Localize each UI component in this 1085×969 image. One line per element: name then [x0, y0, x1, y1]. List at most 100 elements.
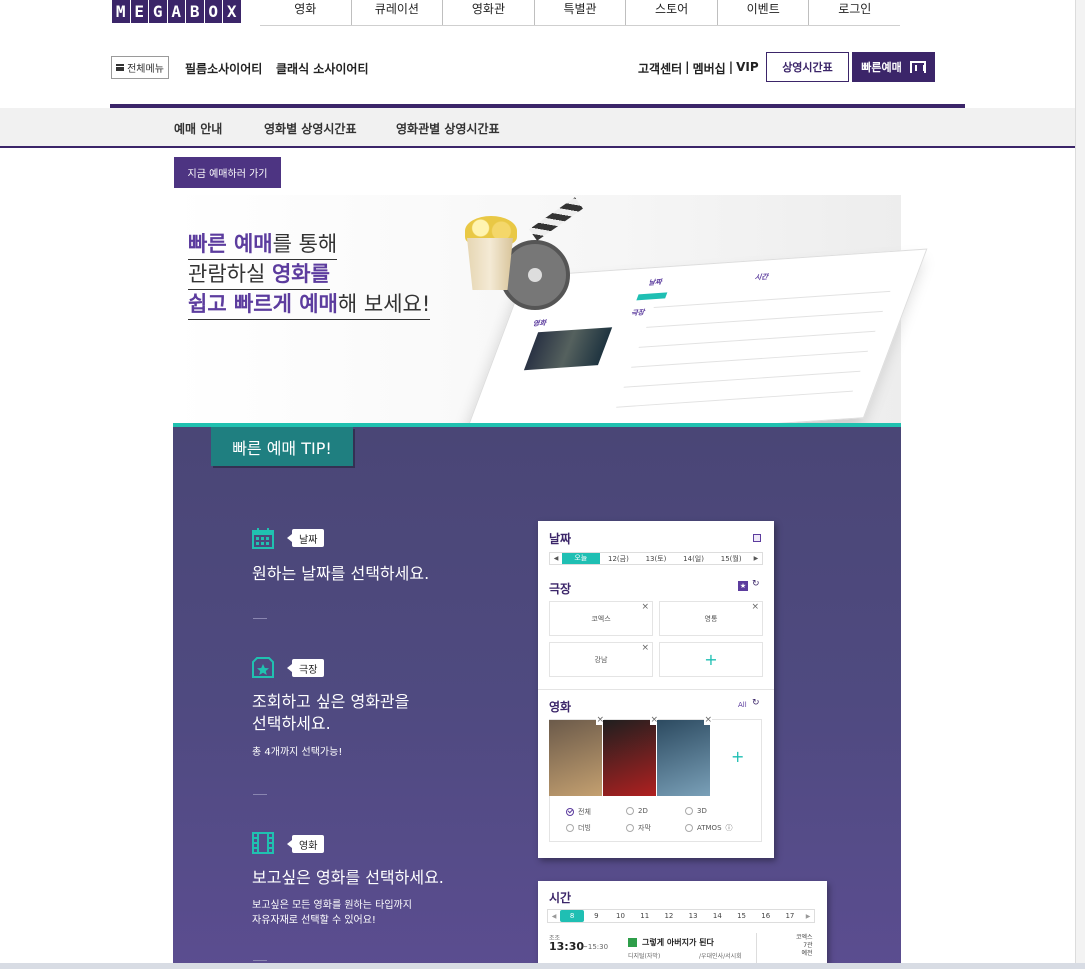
hour-option[interactable]: 9: [584, 912, 608, 920]
gnb-theater[interactable]: 영화관: [442, 0, 534, 25]
hour-option[interactable]: 8: [560, 910, 585, 922]
quick-booking-button[interactable]: 빠른예매: [852, 52, 935, 82]
favorite-star-icon[interactable]: ★: [738, 581, 748, 591]
close-icon[interactable]: ×: [641, 643, 649, 653]
hero-text: 를 통해: [272, 232, 338, 256]
gnb-store[interactable]: 스토어: [625, 0, 717, 25]
membership-link[interactable]: 멤버십: [693, 60, 726, 77]
type-option[interactable]: 2D: [626, 807, 648, 815]
date-section-title: 날짜: [549, 532, 572, 546]
logo-letter: X: [223, 0, 241, 23]
gnb-movie[interactable]: 영화: [260, 0, 351, 25]
gnb-login[interactable]: 로그인: [808, 0, 900, 25]
step-desc-line: 자유자재로 선택할 수 있어요!: [252, 915, 376, 926]
logo-letter: O: [204, 0, 222, 23]
showtime-movie-title[interactable]: 그렇게 아버지가 된다: [642, 937, 714, 948]
showtime-start[interactable]: 13:30: [549, 940, 584, 953]
all-menu-button[interactable]: 전체메뉴: [111, 56, 169, 79]
info-icon: ⓘ: [725, 824, 733, 832]
window-scrollbar[interactable]: [1075, 0, 1085, 969]
date-option[interactable]: 오늘: [562, 553, 600, 564]
hour-option[interactable]: 11: [633, 912, 657, 920]
date-option[interactable]: 15(월): [712, 554, 750, 564]
radio-icon: [685, 807, 693, 815]
classic-society-link[interactable]: 클래식 소사이어티: [276, 60, 369, 77]
popcorn-illustration: [465, 210, 517, 290]
date-selector: ◀ 오늘 12(금) 13(토) 14(일) 15(월) ▶: [549, 552, 763, 565]
type-option[interactable]: 3D: [685, 807, 707, 815]
movie-poster[interactable]: ×: [549, 716, 604, 796]
date-option[interactable]: 12(금): [600, 554, 638, 564]
logo-letter: G: [149, 0, 167, 23]
prev-arrow-icon[interactable]: ◀: [548, 913, 560, 920]
add-movie-icon[interactable]: +: [731, 747, 744, 766]
type-option[interactable]: 전체: [566, 807, 591, 817]
hour-option[interactable]: 16: [754, 912, 778, 920]
theater-section-title: 극장: [549, 582, 572, 596]
checkbox-icon: [566, 808, 574, 816]
gnb-curation[interactable]: 큐레이션: [350, 0, 443, 25]
go-booking-button[interactable]: 지금 예매하러 가기: [174, 157, 281, 188]
next-arrow-icon[interactable]: ▶: [750, 555, 762, 562]
step-title-theater: 조회하고 싶은 영화관을 선택하세요.: [252, 691, 409, 735]
tab-booking-guide[interactable]: 예매 안내: [174, 120, 222, 137]
step-desc-theater: 총 4개까지 선택가능!: [252, 747, 343, 758]
next-arrow-icon[interactable]: ▶: [802, 913, 814, 920]
hour-option[interactable]: 17: [778, 912, 802, 920]
radio-icon: [566, 824, 574, 832]
hero-line-1: 빠른 예매를 통해: [188, 230, 338, 260]
ticket-icon: [909, 61, 926, 73]
vip-link[interactable]: VIP: [736, 60, 759, 77]
close-icon[interactable]: ×: [704, 716, 712, 725]
movie-poster[interactable]: ×: [657, 716, 712, 796]
hour-selector: ◀ 8 9 10 11 12 13 14 15 16 17 ▶: [547, 909, 815, 923]
refresh-icon[interactable]: ↻: [752, 579, 760, 589]
customer-center-link[interactable]: 고객센터: [638, 60, 682, 77]
section-divider: [538, 689, 774, 690]
close-icon[interactable]: ×: [751, 602, 759, 612]
gnb-event[interactable]: 이벤트: [716, 0, 809, 25]
movie-poster[interactable]: ×: [603, 716, 658, 796]
hour-option[interactable]: 15: [729, 912, 753, 920]
theater-cell[interactable]: 코엑스 ×: [549, 601, 653, 636]
step-divider: [253, 794, 267, 795]
utility-links: 고객센터 | 멤버십 | VIP: [638, 60, 759, 77]
date-option[interactable]: 14(일): [675, 554, 713, 564]
film-society-link[interactable]: 필름소사이어티: [185, 60, 262, 77]
prev-arrow-icon[interactable]: ◀: [550, 555, 562, 562]
radio-icon: [626, 824, 634, 832]
step-desc-movie: 보고싶은 모든 영화를 원하는 타입까지 자유자재로 선택할 수 있어요!: [252, 898, 412, 928]
tab-movie-timetable[interactable]: 영화별 상영시간표: [264, 120, 357, 137]
type-option[interactable]: ATMOS ⓘ: [685, 823, 733, 833]
taskbar-edge: [0, 963, 1085, 969]
theater-cell[interactable]: 강남 ×: [549, 642, 653, 677]
refresh-icon[interactable]: ↻: [752, 698, 760, 708]
step-title-line: 조회하고 싶은 영화관을: [252, 692, 410, 711]
step-desc-line: 보고싶은 모든 영화를 원하는 타입까지: [252, 900, 412, 911]
hour-option[interactable]: 14: [705, 912, 729, 920]
hour-option[interactable]: 12: [657, 912, 681, 920]
hero-line-3: 쉽고 빠르게 예매해 보세요!: [188, 290, 431, 320]
plus-icon: +: [704, 650, 718, 669]
add-theater-cell[interactable]: +: [659, 642, 763, 677]
gnb-special[interactable]: 특별관: [533, 0, 626, 25]
type-option[interactable]: 자막: [626, 823, 651, 833]
tab-theater-timetable[interactable]: 영화관별 상영시간표: [396, 120, 500, 137]
logo-letter: A: [167, 0, 185, 23]
hour-option[interactable]: 13: [681, 912, 705, 920]
date-option[interactable]: 13(토): [637, 554, 675, 564]
tablet-row: [631, 350, 869, 368]
type-label: ATMOS: [697, 824, 722, 832]
all-filter[interactable]: All: [738, 701, 747, 709]
close-icon[interactable]: ×: [641, 602, 649, 612]
theater-cell[interactable]: 영통 ×: [659, 601, 763, 636]
hour-option[interactable]: 10: [608, 912, 632, 920]
type-option[interactable]: 더빙: [566, 823, 591, 833]
separator: |: [728, 60, 734, 74]
calendar-icon[interactable]: [753, 534, 761, 542]
megabox-logo[interactable]: M E G A B O X: [112, 0, 241, 24]
timetable-button[interactable]: 상영시간표: [766, 52, 849, 82]
step-title-date: 원하는 날짜를 선택하세요.: [252, 564, 430, 583]
showtime-note: /우대인사/서시회: [699, 953, 742, 960]
step-tag-theater: 극장: [286, 659, 325, 677]
